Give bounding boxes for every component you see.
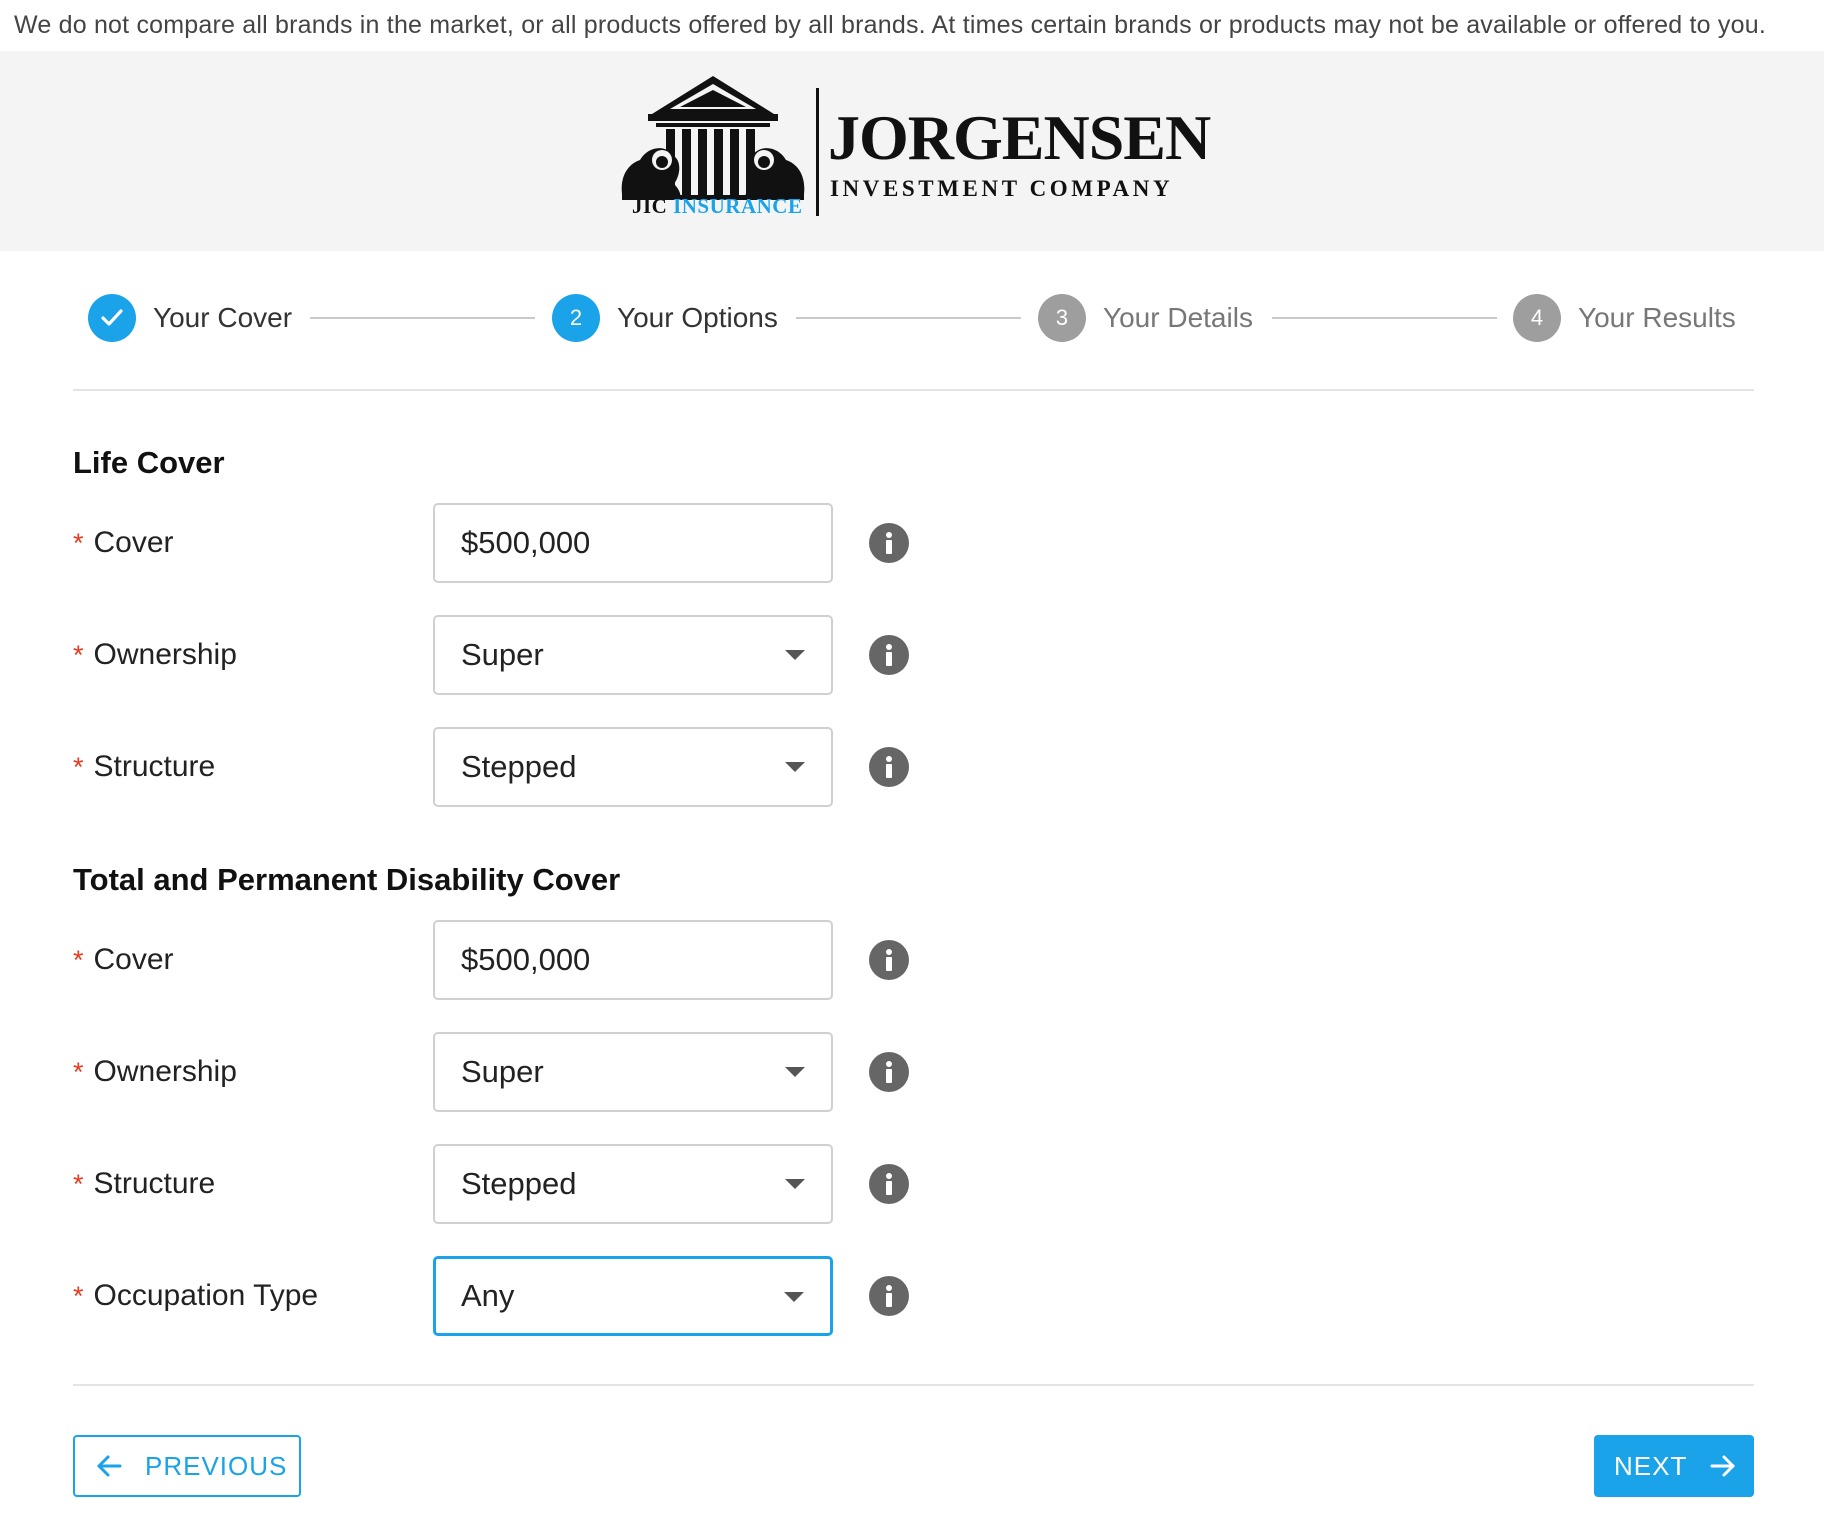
divider: [73, 389, 1754, 391]
life-structure-row: * Structure Stepped: [73, 727, 973, 807]
progress-stepper: Your Cover 2 Your Options 3 Your Details…: [88, 292, 1738, 344]
divider: [73, 1384, 1754, 1386]
info-icon[interactable]: [869, 1052, 909, 1092]
section-title-tpd-cover: Total and Permanent Disability Cover: [73, 862, 621, 897]
chevron-down-icon: [785, 650, 805, 660]
tpd-ownership-select[interactable]: Super: [433, 1032, 833, 1112]
tpd-cover-amount-input[interactable]: $500,000: [433, 920, 833, 1000]
section-title-life-cover: Life Cover: [73, 445, 225, 480]
step-connector: [1272, 317, 1497, 319]
info-icon[interactable]: [869, 523, 909, 563]
field-label: * Cover: [73, 943, 174, 976]
next-button[interactable]: NEXT: [1594, 1435, 1754, 1497]
step-your-options[interactable]: 2 Your Options: [552, 292, 778, 344]
info-icon[interactable]: [869, 1276, 909, 1316]
step-your-details[interactable]: 3 Your Details: [1038, 292, 1253, 344]
field-label: * Occupation Type: [73, 1279, 319, 1312]
step-number: 2: [552, 294, 600, 342]
field-label: * Structure: [73, 750, 216, 783]
life-ownership-select[interactable]: Super: [433, 615, 833, 695]
life-cover-amount-input[interactable]: $500,000: [433, 503, 833, 583]
life-ownership-row: * Ownership Super: [73, 615, 973, 695]
life-cover-amount-row: * Cover $500,000: [73, 503, 973, 583]
info-icon[interactable]: [869, 1164, 909, 1204]
field-label: * Ownership: [73, 1055, 237, 1088]
chevron-down-icon: [785, 762, 805, 772]
logo-tagline: JIC INSURANCE: [632, 194, 803, 218]
arrow-left-icon: [97, 1455, 122, 1477]
field-label: * Structure: [73, 1167, 216, 1200]
life-structure-select[interactable]: Stepped: [433, 727, 833, 807]
step-label: Your Options: [617, 302, 778, 333]
logo-divider: [816, 88, 819, 216]
info-icon[interactable]: [869, 635, 909, 675]
tpd-occupation-row: * Occupation Type Any: [73, 1256, 973, 1336]
step-number: 3: [1038, 294, 1086, 342]
previous-button[interactable]: PREVIOUS: [73, 1435, 301, 1497]
step-label: Your Results: [1578, 302, 1736, 333]
logo-company-subtitle: INVESTMENT COMPANY: [830, 176, 1174, 201]
chevron-down-icon: [784, 1292, 804, 1302]
tpd-ownership-row: * Ownership Super: [73, 1032, 973, 1112]
step-label: Your Details: [1103, 302, 1253, 333]
field-label: * Cover: [73, 526, 174, 559]
company-logo[interactable]: JIC INSURANCE JORGENSEN INVESTMENT COMPA…: [618, 76, 1211, 226]
header-banner: JIC INSURANCE JORGENSEN INVESTMENT COMPA…: [0, 51, 1824, 251]
chevron-down-icon: [785, 1179, 805, 1189]
logo-company-name: JORGENSEN: [828, 102, 1211, 173]
step-connector: [796, 317, 1021, 319]
field-label: * Ownership: [73, 638, 237, 671]
step-label: Your Cover: [153, 302, 293, 333]
chevron-down-icon: [785, 1067, 805, 1077]
tpd-occupation-select[interactable]: Any: [433, 1256, 833, 1336]
arrow-right-icon: [1710, 1455, 1735, 1477]
check-icon: [88, 294, 136, 342]
disclaimer-text: We do not compare all brands in the mark…: [14, 11, 1766, 39]
step-connector: [310, 317, 535, 319]
info-icon[interactable]: [869, 747, 909, 787]
info-icon[interactable]: [869, 940, 909, 980]
step-your-results[interactable]: 4 Your Results: [1513, 292, 1736, 344]
tpd-cover-amount-row: * Cover $500,000: [73, 920, 973, 1000]
step-number: 4: [1513, 294, 1561, 342]
step-your-cover[interactable]: Your Cover: [88, 292, 292, 344]
tpd-structure-select[interactable]: Stepped: [433, 1144, 833, 1224]
tpd-structure-row: * Structure Stepped: [73, 1144, 973, 1224]
